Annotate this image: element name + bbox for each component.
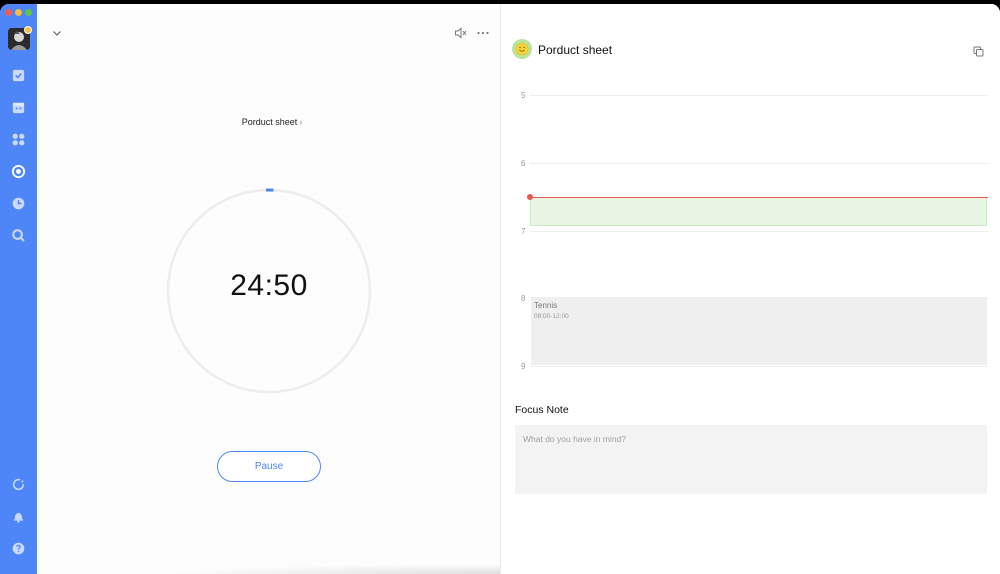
grid-icon[interactable] [11,132,26,147]
smiley-icon[interactable] [512,39,532,59]
hour-line [530,95,988,96]
chevron-right-icon: › [299,117,303,127]
more-options-icon[interactable] [476,26,490,38]
search-icon[interactable] [11,228,26,243]
hour-line [530,366,988,367]
sidebar [0,4,37,574]
calendar-event[interactable]: Tennis 08:00-12:00 [531,297,987,365]
focus-note-title: Focus Note [515,404,569,416]
focus-timer-pane: Porduct sheet › 24:50 Pause [37,4,877,574]
sound-muted-icon[interactable] [454,26,468,39]
hour-label: 8 [521,294,526,303]
app-window: Porduct sheet › 24:50 Pause Porduct sheet… [0,4,1000,574]
focus-note-input[interactable] [515,425,987,494]
hour-line [530,163,988,164]
event-name: Tennis [534,301,558,310]
focus-task-name: Porduct sheet [241,117,298,127]
hour-label: 9 [521,362,526,371]
task-detail-pane: Porduct sheet 5 6 7 8 9 Tennis 08:00-12:… [501,4,1000,574]
hour-label: 6 [521,159,526,168]
event-time: 08:00-12:00 [534,313,569,320]
chevron-down-icon[interactable] [51,26,63,38]
clock-icon[interactable] [11,196,26,211]
current-time-line [530,197,988,198]
zoom-window-button[interactable] [25,9,32,16]
minimize-window-button[interactable] [15,9,22,16]
bell-icon[interactable] [11,509,26,524]
task-title[interactable]: Porduct sheet [538,43,612,57]
sync-icon[interactable] [11,477,26,492]
current-time-dot [527,194,533,200]
hour-label: 5 [521,91,526,100]
premium-badge-icon [24,26,32,34]
help-icon[interactable] [11,541,26,556]
pomodoro-icon[interactable] [11,164,26,179]
pause-button[interactable]: Pause [217,451,321,482]
hour-line [530,231,988,232]
close-window-button[interactable] [5,9,12,16]
hour-label: 7 [521,227,526,236]
copy-icon[interactable] [973,44,984,57]
calendar-icon[interactable] [11,100,26,115]
focus-task-link[interactable]: Porduct sheet › [37,117,507,127]
focus-session-block[interactable] [530,198,987,226]
checkbox-icon[interactable] [11,68,26,83]
timer-display: 24:50 [230,269,308,302]
